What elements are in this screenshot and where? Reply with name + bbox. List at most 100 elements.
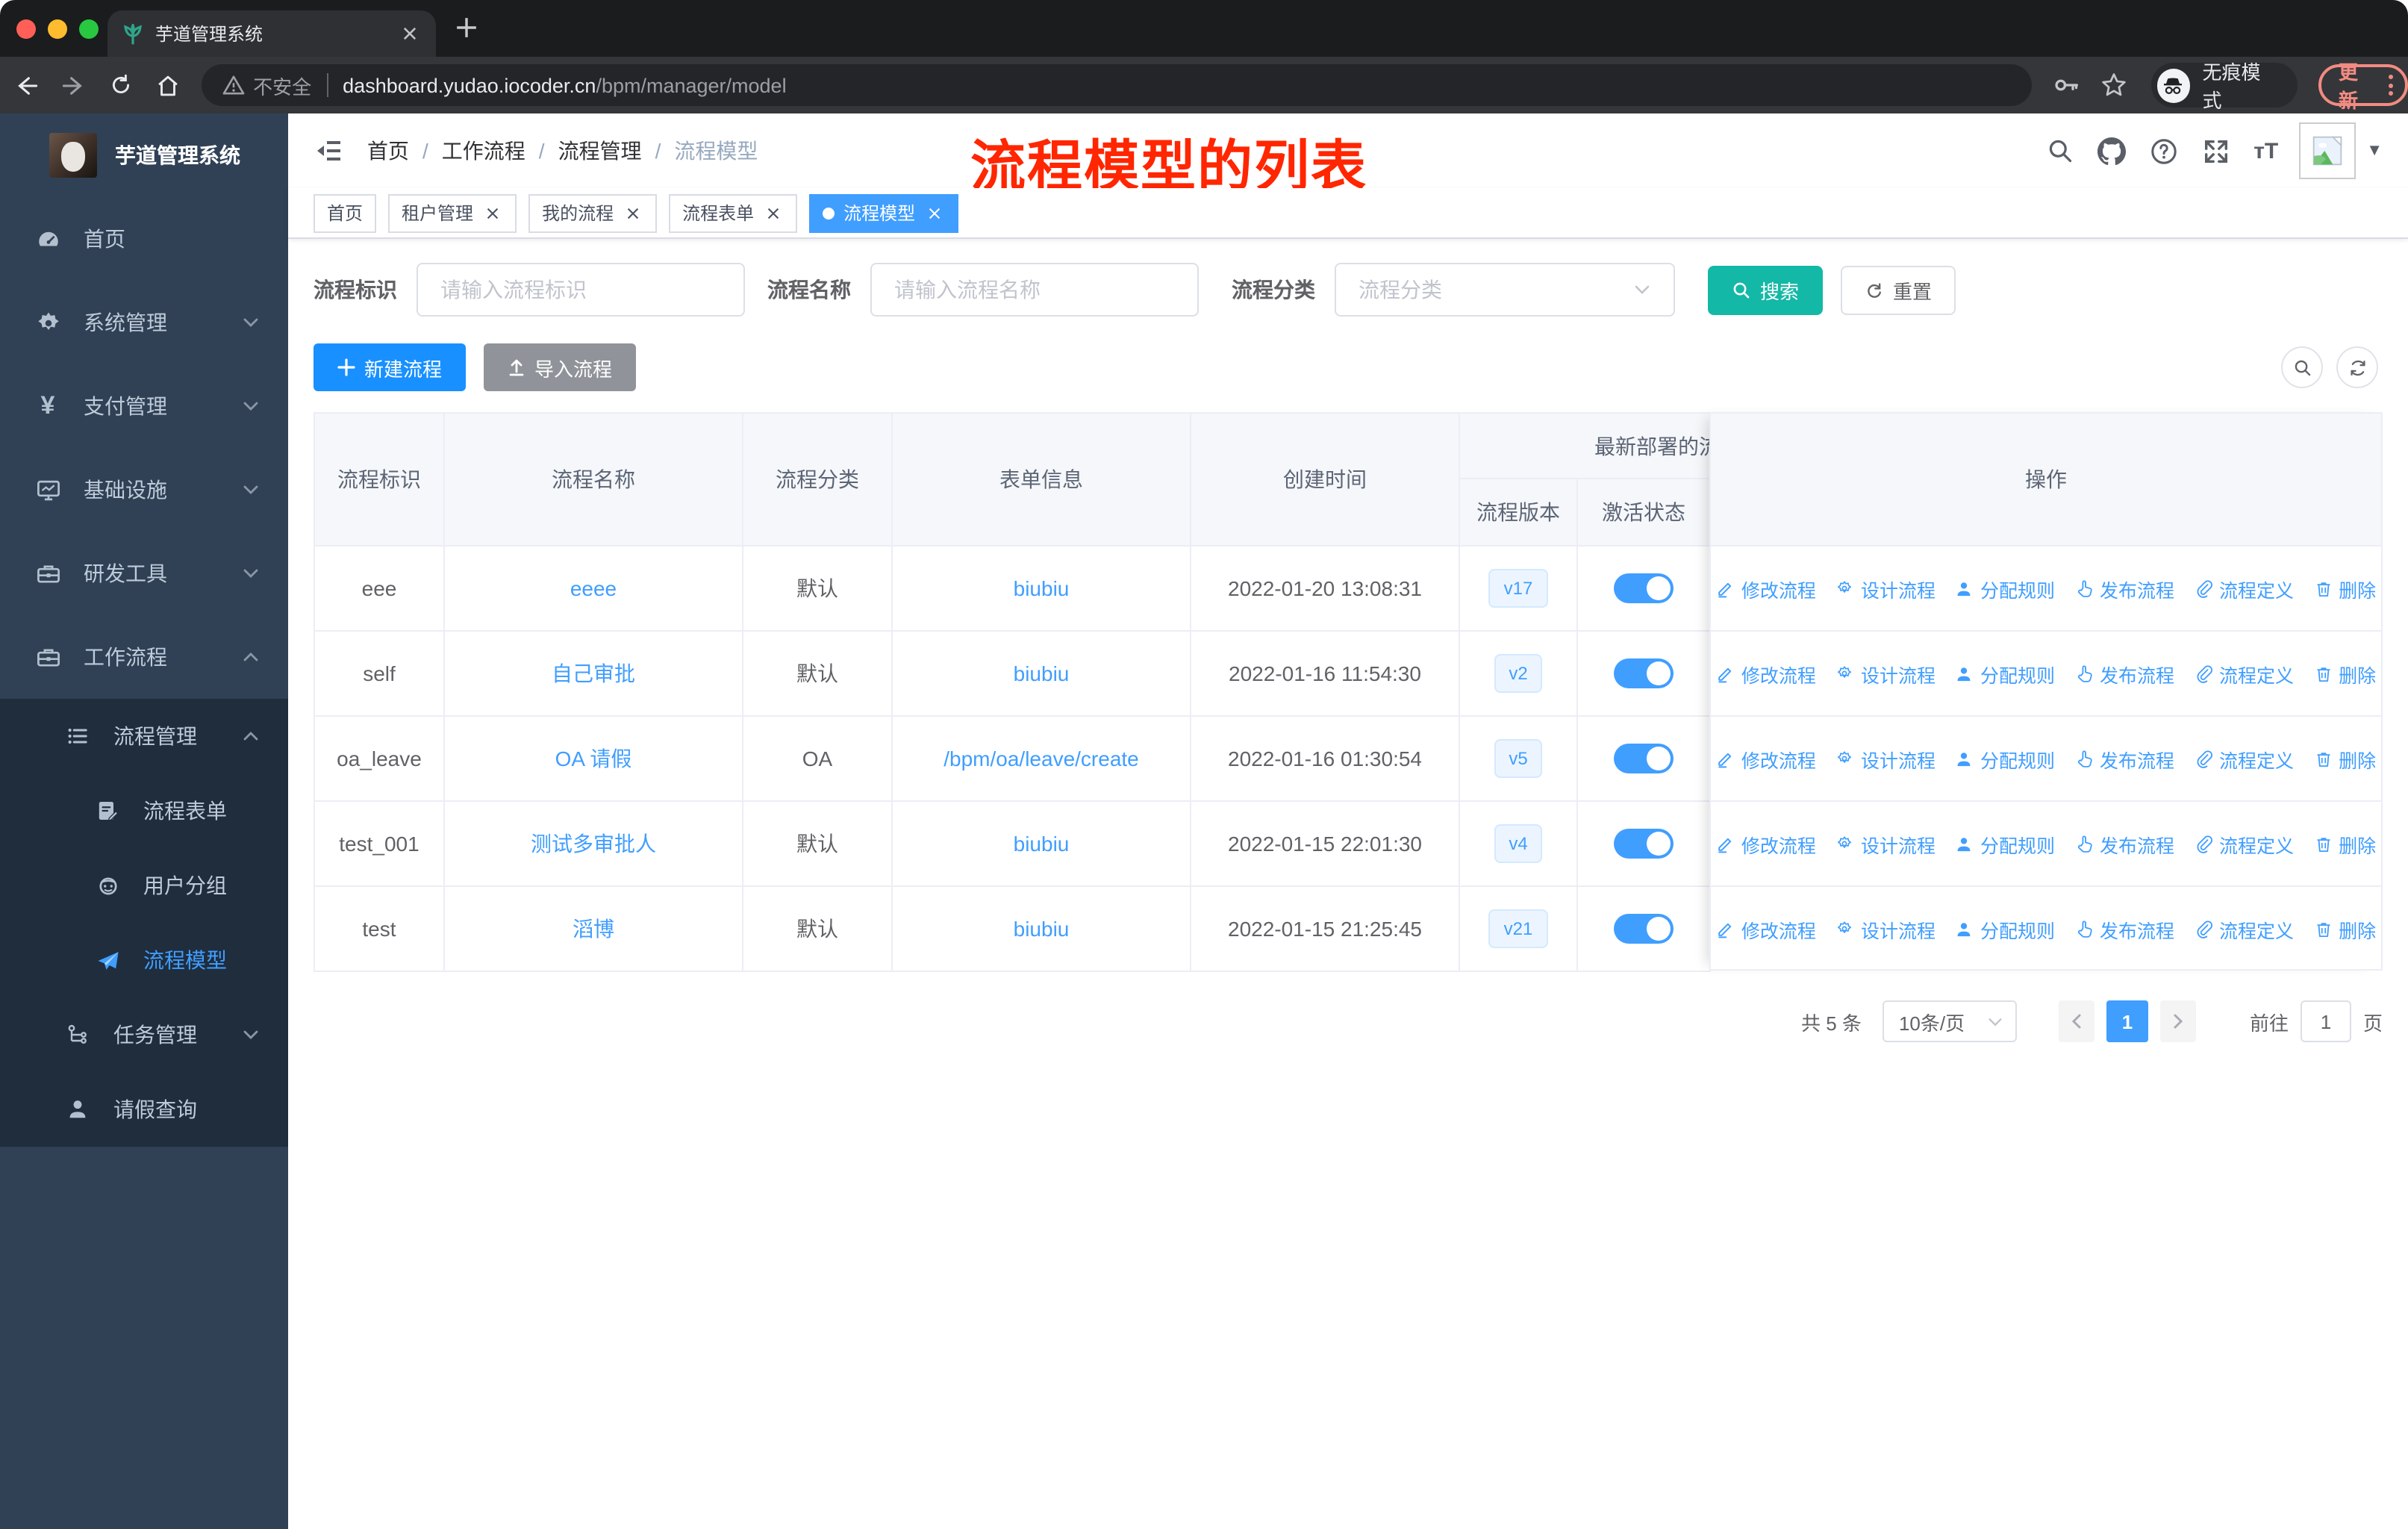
user-avatar[interactable] (2299, 122, 2356, 179)
edit-process-link[interactable]: 修改流程 (1716, 659, 1816, 688)
form-info-link[interactable]: biubiu (1014, 917, 1070, 941)
design-process-link[interactable]: 设计流程 (1835, 659, 1936, 688)
kebab-menu-icon[interactable] (2389, 75, 2394, 96)
tag-tenant[interactable]: 租户管理 (388, 193, 517, 232)
publish-process-link[interactable]: 发布流程 (2074, 574, 2174, 602)
browser-tab[interactable]: 芋道管理系统 (107, 10, 436, 57)
process-name-input[interactable] (870, 263, 1199, 317)
create-process-button[interactable]: 新建流程 (314, 343, 467, 391)
active-toggle[interactable] (1614, 914, 1674, 944)
browser-menu-update-button[interactable]: 更新 (2318, 61, 2408, 112)
tab-close-icon[interactable] (397, 22, 421, 46)
process-definition-link[interactable]: 流程定义 (2194, 915, 2294, 944)
active-toggle[interactable] (1614, 829, 1674, 859)
sidebar-item-infra[interactable]: 基础设施 (0, 448, 288, 532)
form-info-link[interactable]: biubiu (1014, 661, 1070, 685)
process-name-link[interactable]: OA 请假 (555, 747, 632, 770)
tag-process-model[interactable]: 流程模型 (809, 193, 959, 232)
sidebar-item-workflow[interactable]: 工作流程 (0, 615, 288, 699)
breadcrumb-item[interactable]: 流程管理 (558, 136, 642, 166)
publish-process-link[interactable]: 发布流程 (2074, 744, 2174, 773)
delete-link[interactable]: 删除 (2313, 574, 2376, 602)
close-icon[interactable] (623, 202, 643, 223)
delete-link[interactable]: 删除 (2313, 659, 2376, 688)
bookmark-star-icon[interactable] (2100, 72, 2127, 99)
form-info-link[interactable]: biubiu (1014, 576, 1070, 600)
page-number-current[interactable]: 1 (2106, 1000, 2148, 1042)
url-text[interactable]: dashboard.yudao.iocoder.cn/bpm/manager/m… (343, 74, 786, 96)
assign-rule-link[interactable]: 分配规则 (1955, 744, 2055, 773)
process-definition-link[interactable]: 流程定义 (2194, 744, 2294, 773)
edit-process-link[interactable]: 修改流程 (1716, 829, 1816, 858)
publish-process-link[interactable]: 发布流程 (2074, 659, 2174, 688)
back-button[interactable] (6, 64, 47, 106)
process-name-link[interactable]: 测试多审批人 (531, 832, 656, 856)
security-label[interactable]: 不安全 (253, 71, 311, 99)
security-warning-icon[interactable] (222, 75, 244, 96)
sidebar-item-system[interactable]: 系统管理 (0, 281, 288, 364)
process-name-link[interactable]: 自己审批 (552, 661, 635, 685)
zoom-window-button[interactable] (79, 19, 99, 38)
search-button[interactable]: 搜索 (1708, 265, 1824, 314)
breadcrumb-item[interactable]: 工作流程 (442, 136, 525, 166)
minimize-window-button[interactable] (48, 19, 67, 38)
show-search-button[interactable] (2281, 346, 2323, 388)
header-search-icon[interactable] (2046, 137, 2073, 164)
active-toggle[interactable] (1614, 573, 1674, 603)
close-icon[interactable] (924, 202, 945, 223)
delete-link[interactable]: 删除 (2313, 915, 2376, 944)
design-process-link[interactable]: 设计流程 (1835, 915, 1936, 944)
active-toggle[interactable] (1614, 744, 1674, 773)
reload-button[interactable] (101, 64, 142, 106)
assign-rule-link[interactable]: 分配规则 (1955, 829, 2055, 858)
design-process-link[interactable]: 设计流程 (1835, 744, 1936, 773)
update-label[interactable]: 更新 (2339, 57, 2377, 113)
delete-link[interactable]: 删除 (2313, 829, 2376, 858)
assign-rule-link[interactable]: 分配规则 (1955, 915, 2055, 944)
goto-page-input[interactable] (2300, 1000, 2351, 1042)
active-toggle[interactable] (1614, 658, 1674, 688)
assign-rule-link[interactable]: 分配规则 (1955, 574, 2055, 602)
new-tab-button[interactable] (455, 16, 478, 46)
sidebar-item-process-mgmt[interactable]: 流程管理 (0, 699, 288, 773)
sidebar-item-home[interactable]: 首页 (0, 197, 288, 281)
font-size-icon[interactable]: ᴛT (2253, 138, 2278, 164)
design-process-link[interactable]: 设计流程 (1835, 829, 1936, 858)
process-name-link[interactable]: eeee (570, 576, 617, 600)
reset-button[interactable]: 重置 (1841, 265, 1956, 314)
next-page-button[interactable] (2159, 1000, 2196, 1042)
page-size-select[interactable]: 10条/页 (1882, 1000, 2017, 1042)
edit-process-link[interactable]: 修改流程 (1716, 574, 1816, 602)
process-id-input[interactable] (417, 263, 745, 317)
process-definition-link[interactable]: 流程定义 (2194, 659, 2294, 688)
home-button[interactable] (148, 64, 189, 106)
process-category-select[interactable]: 流程分类 (1335, 263, 1675, 317)
url-bar[interactable]: 不安全 dashboard.yudao.iocoder.cn/bpm/manag… (201, 64, 2032, 106)
sidebar-item-payment[interactable]: ¥ 支付管理 (0, 364, 288, 448)
sidebar-item-devtools[interactable]: 研发工具 (0, 532, 288, 615)
sidebar-item-user-group[interactable]: 用户分组 (0, 848, 288, 923)
process-name-link[interactable]: 滔博 (573, 917, 614, 941)
tag-process-form[interactable]: 流程表单 (669, 193, 798, 232)
close-window-button[interactable] (16, 19, 36, 38)
sidebar-item-task-mgmt[interactable]: 任务管理 (0, 997, 288, 1072)
avatar-caret-down-icon[interactable]: ▼ (2366, 142, 2383, 160)
refresh-button[interactable] (2336, 346, 2378, 388)
import-process-button[interactable]: 导入流程 (484, 343, 637, 391)
password-key-icon[interactable] (2052, 72, 2079, 99)
tag-home[interactable]: 首页 (314, 193, 377, 232)
github-icon[interactable] (2097, 137, 2126, 165)
tag-my-process[interactable]: 我的流程 (528, 193, 658, 232)
fullscreen-icon[interactable] (2201, 137, 2230, 165)
process-definition-link[interactable]: 流程定义 (2194, 829, 2294, 858)
publish-process-link[interactable]: 发布流程 (2074, 829, 2174, 858)
edit-process-link[interactable]: 修改流程 (1716, 915, 1816, 944)
delete-link[interactable]: 删除 (2313, 744, 2376, 773)
edit-process-link[interactable]: 修改流程 (1716, 744, 1816, 773)
process-definition-link[interactable]: 流程定义 (2194, 574, 2294, 602)
close-icon[interactable] (763, 202, 784, 223)
form-info-link[interactable]: /bpm/oa/leave/create (943, 747, 1139, 770)
breadcrumb-item[interactable]: 首页 (367, 136, 409, 166)
prev-page-button[interactable] (2058, 1000, 2094, 1042)
sidebar-item-process-form[interactable]: 流程表单 (0, 773, 288, 848)
